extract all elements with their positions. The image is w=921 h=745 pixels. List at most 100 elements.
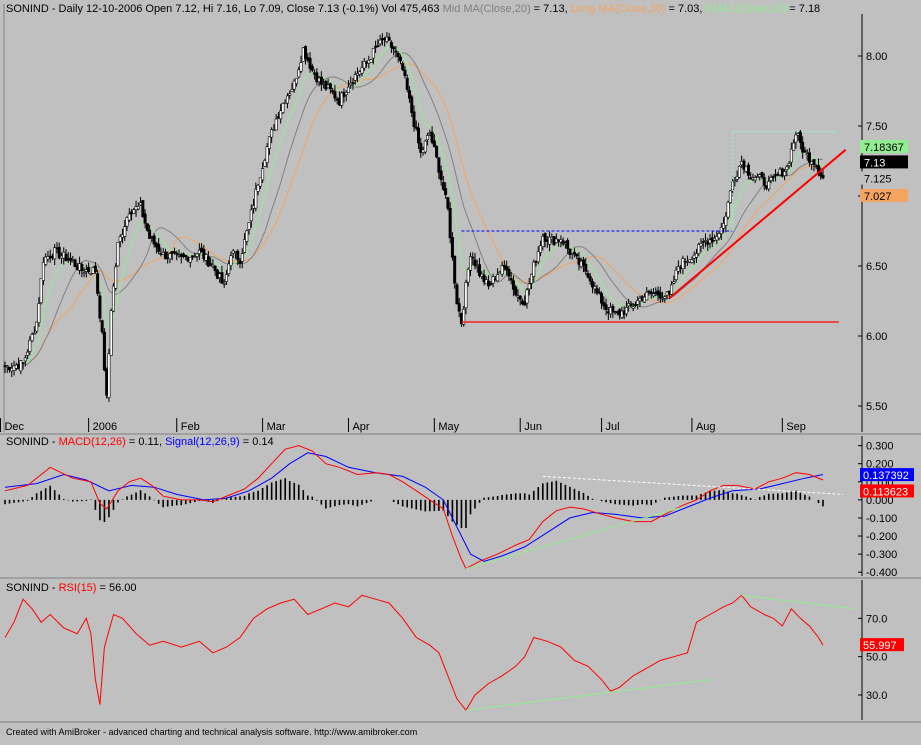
candle-body [746, 164, 750, 176]
candle-body [403, 69, 407, 76]
candle-body [672, 281, 676, 284]
candle-body [645, 291, 649, 301]
month-label: Aug [696, 421, 716, 433]
candle-body [633, 304, 637, 306]
candle-body [224, 274, 228, 282]
candle-body [249, 209, 253, 222]
rsi-label: RSI(15) [59, 582, 97, 594]
candle-body [111, 285, 115, 312]
candle-body [102, 331, 106, 371]
rsi-y-tick-label: 30.0 [866, 690, 887, 702]
candle-body [285, 95, 289, 104]
candle-body [353, 74, 357, 81]
candle-body [812, 159, 816, 166]
chart-canvas: SONIND - Daily 12-10-2006 Open 7.12, Hi … [0, 3, 921, 737]
candle-body [5, 365, 9, 368]
candle-body [82, 272, 86, 275]
candle-body [157, 243, 161, 252]
candle-body [769, 177, 773, 181]
candle-body [310, 66, 314, 71]
candle-body [728, 190, 732, 203]
candle-body [792, 142, 796, 151]
amibroker-chart-window: SONIND - Daily 12-10-2006 Open 7.12, Hi … [0, 0, 921, 740]
candle-body [444, 188, 448, 195]
macd-y-tick-label: -0.200 [866, 531, 897, 543]
candle-body [489, 283, 493, 285]
candle-body [261, 168, 265, 181]
signal-line [4, 452, 824, 562]
macd-y-tick-label: 0.300 [866, 441, 894, 453]
candle-body [195, 253, 199, 257]
candle-body [600, 293, 604, 304]
candle-body [222, 283, 226, 285]
price-pane[interactable]: SONIND - Daily 12-10-2006 Open 7.12, Hi … [0, 3, 908, 433]
rsi-symbol: SONIND [6, 582, 49, 594]
candle-body [398, 56, 402, 61]
candle-body [172, 251, 176, 254]
long-ma-value: = 7.03, [665, 3, 705, 15]
candle-body [19, 360, 23, 372]
candle-body [41, 262, 45, 281]
candle-body [220, 272, 224, 284]
macd-resistance-line [542, 475, 844, 495]
price-y-tick-label: 5.50 [866, 401, 887, 413]
candle-body [369, 59, 373, 63]
ema-value: = 7.18 [786, 3, 820, 15]
price-value-label: 7.027 [864, 191, 892, 203]
candle-body [98, 295, 102, 319]
candle-body [351, 82, 355, 84]
candle-body [290, 89, 294, 92]
macd-y-tick-label: -0.400 [866, 567, 897, 579]
ema-line [4, 46, 824, 369]
rsi-divergence-line [465, 679, 711, 711]
macd-dash: - [49, 436, 59, 448]
candle-body [785, 166, 789, 171]
candle-body [575, 253, 579, 257]
macd-annotations [465, 475, 844, 570]
candle-body [387, 36, 391, 41]
candle-body [93, 265, 97, 272]
candle-body [794, 134, 798, 143]
candle-body [762, 177, 766, 186]
candle-body [514, 286, 518, 296]
macd-value-label: 0.137392 [863, 470, 909, 482]
price-value-label: 7.13 [864, 157, 885, 169]
month-label: Apr [352, 421, 369, 433]
long-ma-label: Long MA(Close,30) [571, 3, 666, 15]
candle-body [376, 45, 380, 47]
rising-trendline [668, 149, 847, 299]
rsi-y-tick-label: 70.0 [866, 613, 887, 625]
candle-body [437, 157, 441, 173]
candle-body [209, 263, 213, 266]
macd-pane[interactable]: SONIND - MACD(12,26) = 0.11, Signal(12,2… [4, 436, 914, 579]
signal-value: = 0.14 [240, 436, 274, 448]
candle-body [265, 146, 269, 163]
candle-body [588, 276, 592, 282]
candle-body [432, 140, 436, 148]
rsi-annotations [465, 594, 855, 711]
candle-body [760, 172, 764, 178]
candle-body [471, 256, 475, 259]
candle-body [132, 209, 136, 214]
candle-body [821, 175, 825, 179]
candle-body [245, 230, 249, 242]
candle-body [328, 83, 332, 90]
candle-body [394, 50, 398, 53]
macd-value: = 0.11, [126, 436, 165, 448]
candle-body [507, 268, 511, 277]
candle-body [807, 152, 811, 163]
candle-body [247, 222, 251, 230]
candle-body [703, 240, 707, 242]
candle-body [28, 339, 32, 352]
rsi-pane[interactable]: SONIND - RSI(15) = 56.00 70.0 50.0 30.0 55… [4, 580, 904, 720]
candle-body [699, 243, 703, 247]
price-value-label: 7.18367 [864, 142, 904, 154]
rsi-value-label: 55.997 [863, 640, 897, 652]
candle-body [401, 63, 405, 70]
candle-body [39, 278, 43, 304]
candle-body [798, 131, 802, 143]
month-label: 2006 [93, 421, 117, 433]
candle-body [591, 281, 595, 288]
candle-body [737, 166, 741, 178]
candle-body [789, 148, 793, 163]
